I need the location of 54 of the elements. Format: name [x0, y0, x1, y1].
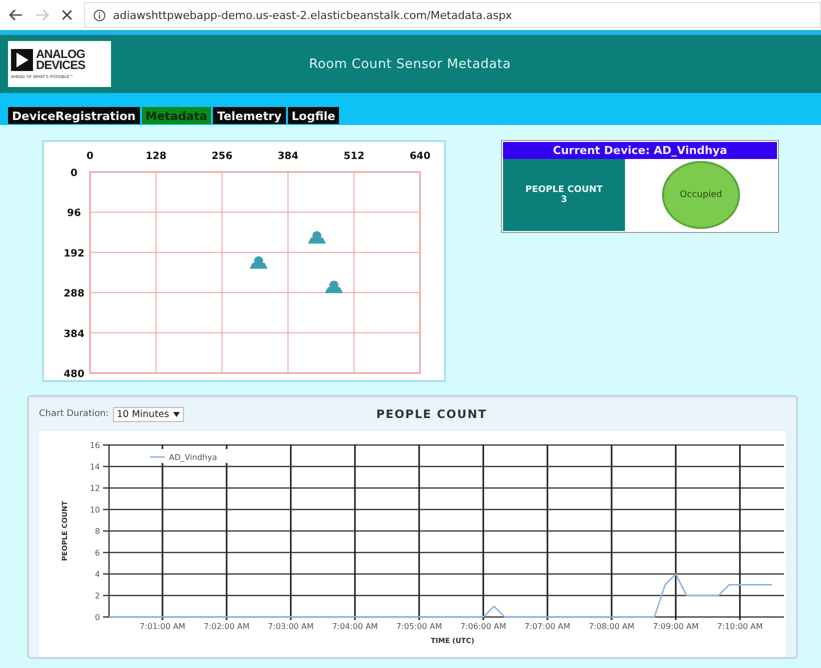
- axis-tick-label: 12: [90, 484, 100, 493]
- axis-tick-label: 6: [94, 548, 100, 558]
- axis-tick-label: 640: [410, 151, 430, 162]
- back-icon[interactable]: [8, 7, 24, 23]
- axis-tick-label: 2: [94, 592, 100, 600]
- person-icon: [250, 256, 268, 269]
- person-icon: [308, 231, 326, 244]
- status-indicator: Occupied: [662, 161, 740, 229]
- logo-line: DEVICES: [36, 60, 86, 71]
- axis-tick-label: 16: [90, 441, 100, 450]
- axis-tick-label: 7:07:00 AM: [524, 622, 570, 631]
- axis-tick-label: 7:06:00 AM: [460, 622, 506, 631]
- axis-tick-label: 7:09:00 AM: [652, 622, 699, 631]
- count-label: PEOPLE COUNT: [525, 185, 603, 195]
- nav-tab[interactable]: Logfile: [288, 107, 340, 124]
- address-field[interactable]: adiawshttpwebapp-demo.us-east-2.elasticbeanstalk.com/Metadata.aspx: [84, 2, 821, 28]
- device-title: Current Device: AD_Vindhya: [503, 142, 777, 159]
- axis-tick-label: 256: [212, 151, 232, 162]
- info-icon[interactable]: [93, 8, 106, 22]
- duration-label: Chart Duration:: [39, 409, 109, 419]
- axis-tick-label: 7:01:00 AM: [140, 622, 186, 631]
- axis-tick-label: 7:04:00 AM: [332, 622, 378, 631]
- axis-tick-label: 14: [90, 462, 100, 472]
- nav-tab[interactable]: DeviceRegistration: [8, 107, 140, 124]
- axis-tick-label: 0: [86, 151, 94, 162]
- axis-tick-label: 288: [64, 288, 84, 300]
- axis-tick-label: 10: [90, 506, 100, 514]
- person-icon: [324, 280, 343, 294]
- count-value: 3: [560, 195, 568, 205]
- axis-tick-label: 96: [67, 208, 81, 220]
- legend-label: AD_Vindhya: [169, 453, 218, 462]
- axis-tick-label: 384: [278, 151, 298, 162]
- axis-tick-label: 7:10:00 AM: [717, 622, 763, 631]
- duration-dropdown[interactable]: 10 Minutes: [112, 406, 184, 422]
- axis-tick-label: 7:05:00 AM: [396, 622, 442, 631]
- axis-tick-label: 192: [64, 248, 84, 260]
- url-text: adiawshttpwebapp-demo.us-east-2.elasticbeanstalk.com/Metadata.aspx: [113, 8, 512, 22]
- axis-tick-label: 480: [64, 369, 84, 380]
- axis-tick-label: 384: [64, 328, 84, 340]
- page-title: Room Count Sensor Metadata: [309, 56, 511, 72]
- close-icon[interactable]: [60, 8, 74, 22]
- axis-tick-label: 128: [146, 151, 166, 162]
- axis-tick-label: 8: [94, 527, 100, 536]
- axis-tick-label: 512: [344, 151, 364, 162]
- logo-line: ANALOG: [36, 49, 85, 60]
- axis-tick-label: 4: [94, 570, 100, 579]
- caret-icon: [173, 412, 180, 416]
- axis-tick-label: 0: [70, 168, 78, 179]
- axis-tick-label: 7:08:00 AM: [588, 622, 634, 631]
- nav-tab[interactable]: Telemetry: [213, 107, 286, 124]
- axis-tick-label: 0: [94, 613, 100, 622]
- axis-tick-label: 7:02:00 AM: [204, 622, 250, 631]
- axis-tick-label: 7:03:00 AM: [268, 622, 314, 631]
- chart-title: PEOPLE COUNT: [376, 407, 487, 421]
